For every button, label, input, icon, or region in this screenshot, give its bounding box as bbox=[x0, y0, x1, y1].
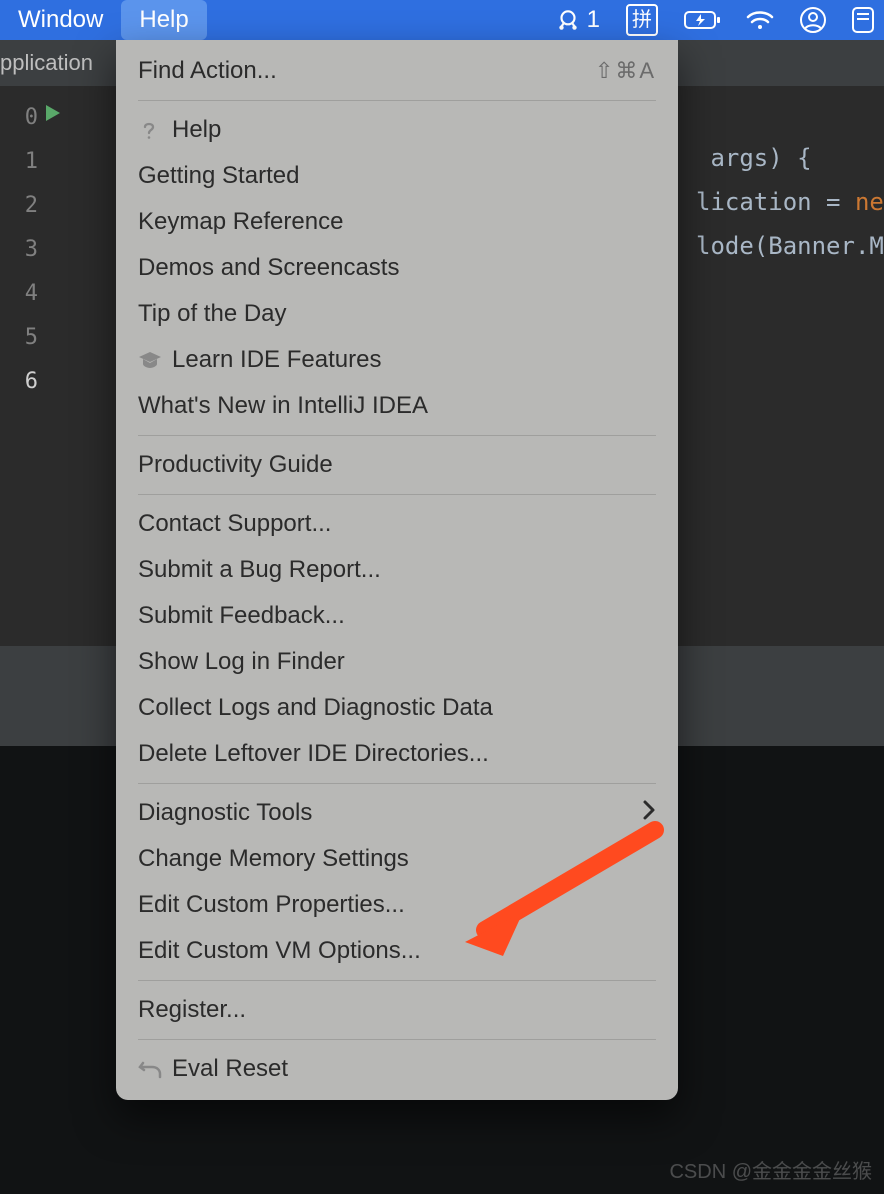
menu-label: Productivity Guide bbox=[138, 451, 656, 479]
menu-label: Contact Support... bbox=[138, 510, 656, 538]
menu-label: Submit a Bug Report... bbox=[138, 556, 656, 584]
menu-label: What's New in IntelliJ IDEA bbox=[138, 392, 656, 420]
user-icon[interactable] bbox=[800, 7, 826, 33]
menu-register[interactable]: Register... bbox=[116, 987, 678, 1033]
menu-productivity-guide[interactable]: Productivity Guide bbox=[116, 442, 678, 488]
menu-label: Change Memory Settings bbox=[138, 845, 656, 873]
line-number: 3 bbox=[25, 228, 38, 272]
editor-tab-text: pplication bbox=[0, 50, 93, 76]
menu-show-log-in-finder[interactable]: Show Log in Finder bbox=[116, 639, 678, 685]
menu-label: Submit Feedback... bbox=[138, 602, 656, 630]
wifi-icon[interactable] bbox=[746, 9, 774, 31]
line-number: 0 bbox=[25, 96, 38, 140]
ime-label: 拼 bbox=[632, 10, 652, 30]
menu-separator bbox=[138, 435, 656, 436]
battery-icon[interactable] bbox=[684, 10, 720, 30]
ime-pinyin-icon[interactable]: 拼 bbox=[626, 4, 658, 36]
line-number: 2 bbox=[25, 184, 38, 228]
menu-label: Edit Custom Properties... bbox=[138, 891, 656, 919]
menu-getting-started[interactable]: Getting Started bbox=[116, 153, 678, 199]
menu-shortcut: ⇧⌘A bbox=[595, 58, 656, 84]
line-number: 1 bbox=[25, 140, 38, 184]
menu-separator bbox=[138, 1039, 656, 1040]
menu-find-action[interactable]: Find Action... ⇧⌘A bbox=[116, 48, 678, 94]
menu-label: Tip of the Day bbox=[138, 300, 656, 328]
menu-label: Help bbox=[172, 116, 656, 144]
line-number: 6 bbox=[25, 360, 38, 404]
watermark-text: CSDN @金金金金丝猴 bbox=[669, 1155, 872, 1184]
gutter: 0 1 2 3 4 5 6 bbox=[0, 86, 38, 404]
menu-edit-custom-vm-options[interactable]: Edit Custom VM Options... bbox=[116, 928, 678, 974]
menu-label: Demos and Screencasts bbox=[138, 254, 656, 282]
code-with-me-count: 1 bbox=[587, 6, 600, 34]
menu-separator bbox=[138, 783, 656, 784]
keyword-new: new bbox=[855, 188, 884, 216]
control-center-icon[interactable] bbox=[852, 7, 874, 33]
mac-menubar: Window Help 1 拼 bbox=[0, 0, 884, 40]
menu-whats-new[interactable]: What's New in IntelliJ IDEA bbox=[116, 383, 678, 429]
code-l2a: lication = bbox=[696, 188, 855, 216]
code-with-me-icon[interactable]: 1 bbox=[555, 6, 600, 34]
menu-label: Getting Started bbox=[138, 162, 656, 190]
menu-window-label: Window bbox=[18, 6, 103, 34]
menu-label: Eval Reset bbox=[172, 1055, 656, 1083]
menu-help[interactable]: Help bbox=[116, 107, 678, 153]
menu-change-memory-settings[interactable]: Change Memory Settings bbox=[116, 836, 678, 882]
menu-tip-of-the-day[interactable]: Tip of the Day bbox=[116, 291, 678, 337]
menubar-left: Window Help bbox=[0, 0, 207, 40]
menu-label: Delete Leftover IDE Directories... bbox=[138, 740, 656, 768]
menu-help[interactable]: Help bbox=[121, 0, 206, 40]
gutter-run-icon[interactable] bbox=[44, 100, 62, 128]
menubar-status: 1 拼 bbox=[555, 0, 884, 40]
menu-learn-ide-features[interactable]: Learn IDE Features bbox=[116, 337, 678, 383]
menu-label: Learn IDE Features bbox=[172, 346, 656, 374]
code-l1: args) { bbox=[696, 144, 812, 172]
menu-help-label: Help bbox=[139, 6, 188, 34]
graduation-cap-icon bbox=[138, 351, 172, 369]
menu-separator bbox=[138, 100, 656, 101]
menu-collect-logs[interactable]: Collect Logs and Diagnostic Data bbox=[116, 685, 678, 731]
line-number: 4 bbox=[25, 272, 38, 316]
menu-label: Collect Logs and Diagnostic Data bbox=[138, 694, 656, 722]
menu-label: Find Action... bbox=[138, 57, 595, 85]
menu-keymap-reference[interactable]: Keymap Reference bbox=[116, 199, 678, 245]
menu-edit-custom-properties[interactable]: Edit Custom Properties... bbox=[116, 882, 678, 928]
menu-eval-reset[interactable]: Eval Reset bbox=[116, 1046, 678, 1092]
menu-submit-feedback[interactable]: Submit Feedback... bbox=[116, 593, 678, 639]
menu-delete-leftover-dirs[interactable]: Delete Leftover IDE Directories... bbox=[116, 731, 678, 777]
menu-separator bbox=[138, 980, 656, 981]
menu-contact-support[interactable]: Contact Support... bbox=[116, 501, 678, 547]
undo-icon bbox=[138, 1059, 172, 1079]
menu-label: Keymap Reference bbox=[138, 208, 656, 236]
code-l3: lode(Banner.Mo bbox=[696, 232, 884, 260]
menu-demos-screencasts[interactable]: Demos and Screencasts bbox=[116, 245, 678, 291]
menu-label: Diagnostic Tools bbox=[138, 799, 642, 827]
question-icon bbox=[138, 119, 172, 141]
menu-submit-bug-report[interactable]: Submit a Bug Report... bbox=[116, 547, 678, 593]
code-content[interactable]: args) { lication = new lode(Banner.Mo bbox=[696, 92, 884, 312]
menu-separator bbox=[138, 494, 656, 495]
line-number: 5 bbox=[25, 316, 38, 360]
menu-label: Register... bbox=[138, 996, 656, 1024]
menu-label: Show Log in Finder bbox=[138, 648, 656, 676]
menu-window[interactable]: Window bbox=[0, 0, 121, 40]
menu-label: Edit Custom VM Options... bbox=[138, 937, 656, 965]
menu-diagnostic-tools[interactable]: Diagnostic Tools bbox=[116, 790, 678, 836]
chevron-right-icon bbox=[642, 799, 656, 828]
help-menu-dropdown: Find Action... ⇧⌘A Help Getting Started … bbox=[116, 40, 678, 1100]
